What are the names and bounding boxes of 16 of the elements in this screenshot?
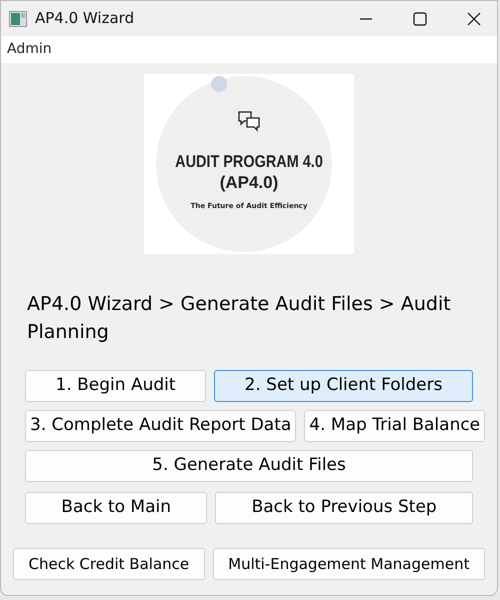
menu-item[interactable]: Admin (7, 39, 52, 60)
breadcrumb: AP4.0 Wizard > Generate Audit Files > Audit Planning (26, 292, 452, 345)
chat-icon (237, 110, 261, 132)
logo-title: AUDIT PROGRAM 4.0 (174, 151, 324, 173)
wizard-button[interactable]: 3. Complete Audit Report Data (25, 410, 296, 442)
wizard-button[interactable]: Back to Main (25, 492, 208, 524)
wizard-button[interactable]: 5. Generate Audit Files (25, 450, 473, 482)
logo-subtitle: (AP4.0) (218, 172, 280, 194)
wizard-button[interactable]: 4. Map Trial Balance (304, 410, 486, 442)
wizard-button[interactable]: Back to Previous Step (215, 492, 473, 524)
wizard-button[interactable]: 1. Begin Audit (25, 370, 206, 402)
wizard-button[interactable]: Multi-Engagement Management (212, 548, 485, 580)
wizard-button[interactable]: 2. Set up Client Folders (214, 370, 473, 402)
window-title: AP4.0 Wizard (35, 8, 134, 30)
app-icon (9, 10, 27, 26)
wizard-button[interactable]: Check Credit Balance (13, 548, 205, 580)
